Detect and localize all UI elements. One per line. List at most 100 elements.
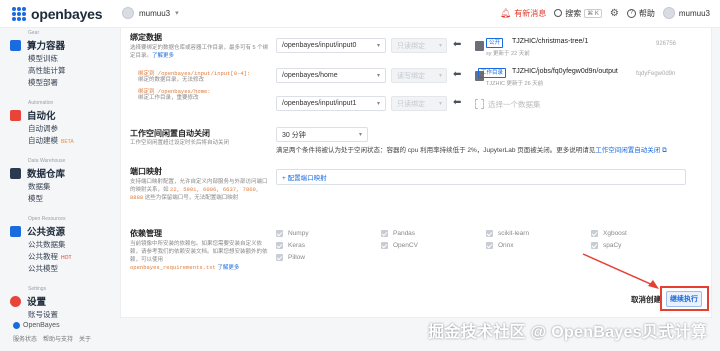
settings-button[interactable]: ⚙	[610, 8, 619, 19]
mount-mode-select[interactable]: 读写绑定 ▾	[391, 68, 447, 83]
dependency-item: spaCy	[591, 242, 621, 249]
source-user: sy	[486, 51, 492, 57]
sidebar-item-automl[interactable]: 自动建模 BETA	[28, 135, 74, 146]
dependency-item: Numpy	[276, 230, 309, 237]
help-button[interactable]: ? 帮助	[626, 8, 655, 19]
brand-dot-icon	[13, 322, 20, 329]
sidebar-item-public-models[interactable]: 公共模型	[28, 263, 58, 274]
footer-link-about[interactable]: 关于	[79, 337, 91, 343]
checkbox-icon	[381, 242, 388, 249]
sidebar-item-deploy[interactable]: 模型部署	[28, 77, 58, 88]
top-bar: openbayes mumuu3 ▾ 🔔︎ 有新消息 搜索 ⌘ K ⚙ ? 帮助 mu…	[0, 0, 720, 28]
section-title: 公共资源	[27, 227, 66, 238]
dependency-item: Pandas	[381, 230, 415, 237]
dependency-item: Keras	[276, 242, 305, 249]
cancel-button[interactable]: 取消创建	[631, 294, 661, 305]
source-updated: 更新于 22 天前	[493, 51, 530, 57]
footer-link-status[interactable]: 服务状态	[13, 337, 37, 343]
chevron-down-icon: ▾	[358, 132, 362, 138]
mount-path-input[interactable]: /openbayes/home ▾	[276, 68, 386, 83]
user-switcher[interactable]: mumuu3 ▾	[122, 7, 179, 19]
dependency-name: Keras	[288, 242, 305, 249]
bind-title: 绑定数据	[130, 33, 162, 42]
account-menu[interactable]: mumuu3	[662, 7, 710, 19]
mount-mode-select[interactable]: 只读绑定 ▾	[391, 96, 447, 111]
ports-desc: 支持端口映射配置，允许自定义内部服务与外部访问端口的映射关系，如 22, 590…	[130, 178, 270, 202]
sidebar-item-hpc[interactable]: 高性能计算	[28, 65, 66, 76]
public-icon	[10, 225, 21, 237]
deps-learn-more-link[interactable]: 了解更多	[217, 265, 239, 271]
section-caption: Gear	[28, 30, 40, 36]
dependency-name: spaCy	[603, 242, 622, 249]
deps-desc-text: 当前镜像中所安装的依赖包。如果您需要安装自定义依赖，请参考我们的依赖安装文档。如…	[130, 241, 268, 263]
dependency-name: Xgboost	[603, 230, 627, 237]
ports-desc-tail: 这些为保留端口号，无法配置端口映射	[144, 195, 239, 201]
footer-brand-label: OpenBayes	[23, 322, 60, 329]
logo[interactable]: openbayes	[12, 6, 103, 22]
checkbox-icon	[486, 230, 493, 237]
notice-link[interactable]: 🔔︎ 有新消息	[500, 8, 546, 19]
add-port-mapping-button[interactable]: + 配置端口映射	[276, 169, 686, 185]
sidebar-section-settings[interactable]: 设置	[10, 294, 46, 308]
warning-home-path: 绑定到 /openbayes/home:	[138, 88, 211, 95]
arrow-left-icon: ⬅	[453, 69, 462, 80]
section-caption: Open Resources	[28, 216, 66, 222]
bind-desc-text: 选择要绑定的数据仓库或容器工作目录，最多可有 5 个绑定目录。	[130, 45, 269, 59]
mount-path-input[interactable]: /openbayes/input/input0 ▾	[276, 38, 386, 53]
source-id: 926756	[656, 41, 677, 47]
source-user: TJZHIC	[486, 81, 505, 87]
search-button[interactable]: 搜索 ⌘ K	[554, 8, 602, 19]
sidebar-item-models[interactable]: 模型	[28, 193, 43, 204]
section-caption: Automation	[28, 100, 54, 106]
chevron-down-icon: ▾	[376, 73, 380, 79]
warning-input-path: 绑定到 /openbayes/input/input[0-4]:	[138, 70, 251, 77]
sidebar-section-public[interactable]: 公共资源	[10, 224, 65, 238]
bind-desc: 选择要绑定的数据仓库或容器工作目录，最多可有 5 个绑定目录。了解更多	[130, 44, 270, 60]
help-icon: ?	[626, 8, 636, 18]
sidebar-item-datasets[interactable]: 数据集	[28, 181, 51, 192]
idle-timeout-select[interactable]: 30 分钟 ▾	[276, 127, 368, 142]
mount-path-value: /openbayes/input/input1	[282, 100, 357, 107]
idle-doc-link[interactable]: 工作空间闲置自动关闭	[595, 147, 660, 154]
sidebar-item-training[interactable]: 模型训练	[28, 53, 58, 64]
select-dataset-placeholder[interactable]: 选择一个数据集	[488, 99, 541, 110]
dependency-name: Numpy	[288, 230, 309, 237]
help-label: 帮助	[638, 8, 655, 18]
dependency-item: Onnx	[486, 242, 514, 249]
sidebar-item-account-settings[interactable]: 账号设置	[28, 309, 58, 320]
sidebar-section-automation[interactable]: 自动化	[10, 108, 56, 122]
automation-icon	[10, 109, 21, 121]
mount-mode-select[interactable]: 只读绑定 ▾	[391, 38, 447, 53]
warning-home: 绑定到 /openbayes/home: 绑定工作目录，重要修改	[138, 88, 278, 102]
idle-timeout-value: 30 分钟	[282, 131, 306, 139]
learn-more-link[interactable]: 了解更多	[152, 53, 174, 59]
search-icon	[554, 9, 563, 17]
dependency-item: Xgboost	[591, 230, 627, 237]
checkbox-icon	[381, 230, 388, 237]
workdir-tag: 工作目录	[478, 68, 507, 78]
sidebar-item-public-datasets[interactable]: 公共数据集	[28, 239, 66, 250]
sidebar-item-autotune[interactable]: 自动调参	[28, 123, 58, 134]
source-id: fqdyFegw0d9n	[636, 71, 676, 77]
mount-path-input[interactable]: /openbayes/input/input1 ▾	[276, 96, 386, 111]
idle-hint: 满足两个条件将被认为处于空闲状态：容器的 cpu 利用率持续低于 2%，Jupy…	[276, 144, 696, 155]
dependency-item: scikit-learn	[486, 230, 529, 237]
dependency-name: Pillow	[288, 254, 305, 261]
section-title: 设置	[27, 297, 47, 308]
beta-badge: BETA	[61, 139, 74, 145]
source-name[interactable]: TJZHIC/jobs/fq0yfegw0d9n/output	[512, 68, 618, 75]
sidebar-section-gear[interactable]: 算力容器	[10, 38, 65, 52]
sidebar-section-data[interactable]: 数据仓库	[10, 166, 65, 180]
mount-path-value: /openbayes/input/input0	[282, 42, 357, 49]
source-meta: sy 更新于 22 天前	[486, 49, 530, 57]
checkbox-icon	[486, 242, 493, 249]
footer-brand: OpenBayes	[13, 322, 60, 329]
search-label: 搜索	[565, 8, 582, 18]
section-caption: Settings	[28, 286, 47, 292]
footer-link-help[interactable]: 帮助与支持	[43, 337, 73, 343]
database-icon	[10, 167, 21, 179]
source-name[interactable]: TJZHIC/christmas-tree/1	[512, 38, 588, 45]
sidebar-item-public-tutorials[interactable]: 公共教程 HOT	[28, 251, 72, 262]
source-meta: TJZHIC 更新于 26 天前	[486, 79, 543, 87]
watermark: 掘金技术社区 @ OpenBayes贝式计算	[428, 324, 708, 341]
